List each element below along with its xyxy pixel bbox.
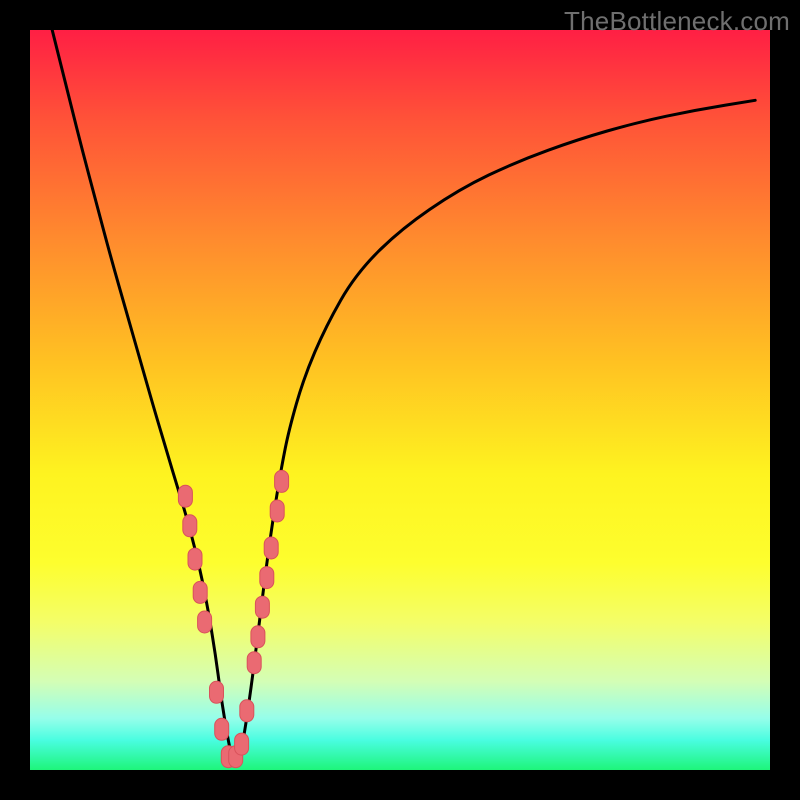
bottleneck-curve: [52, 30, 755, 763]
marker-dot: [193, 581, 207, 603]
marker-dot: [260, 567, 274, 589]
marker-dot: [198, 611, 212, 633]
marker-dot: [270, 500, 284, 522]
chart-frame: TheBottleneck.com: [0, 0, 800, 800]
marker-dot: [275, 470, 289, 492]
marker-dot: [264, 537, 278, 559]
marker-dot: [188, 548, 202, 570]
marker-dot: [183, 515, 197, 537]
marker-dot: [235, 733, 249, 755]
marker-dot: [215, 718, 229, 740]
plot-overlay: [30, 30, 770, 770]
highlighted-points: [178, 470, 288, 767]
marker-dot: [251, 626, 265, 648]
curve-path: [52, 30, 755, 763]
marker-dot: [240, 700, 254, 722]
watermark-text: TheBottleneck.com: [564, 6, 790, 37]
marker-dot: [210, 681, 224, 703]
marker-dot: [178, 485, 192, 507]
marker-dot: [247, 652, 261, 674]
marker-dot: [255, 596, 269, 618]
